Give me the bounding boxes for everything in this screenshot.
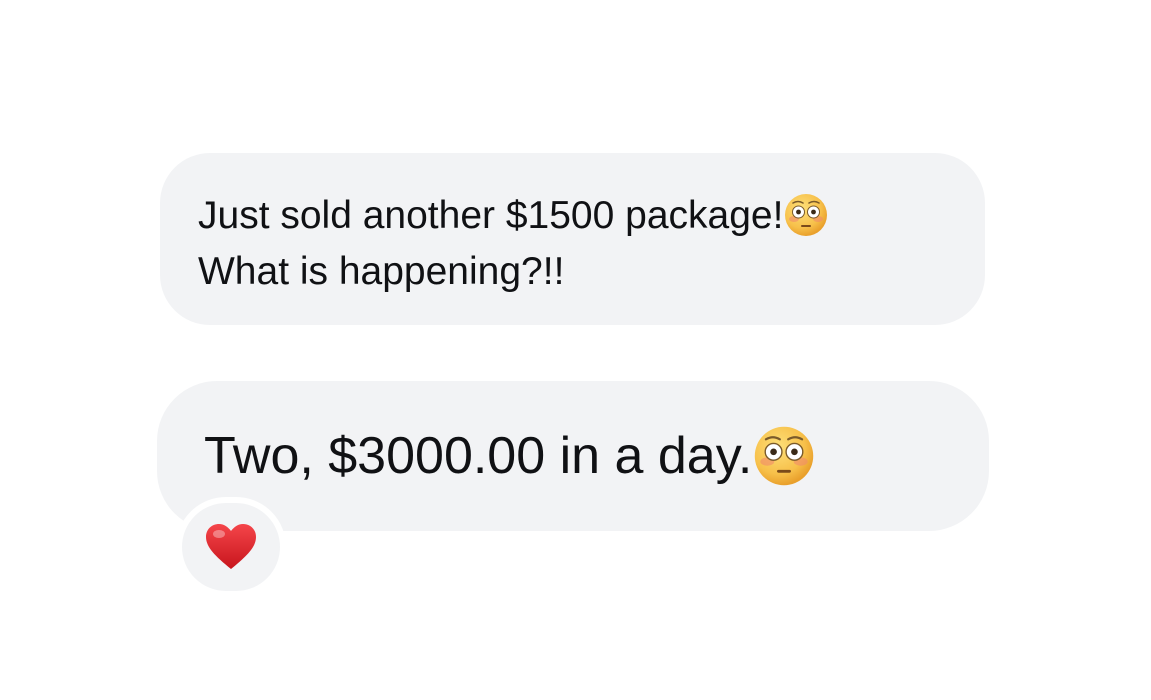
message-text: Just sold another $1500 package! xyxy=(198,194,784,237)
chat-thread: Just sold another $1500 package! What is… xyxy=(0,0,1151,700)
message-line: Just sold another $1500 package! xyxy=(198,188,945,244)
message-text: What is happening?!! xyxy=(198,250,565,293)
reaction-badge[interactable] xyxy=(176,497,286,597)
message-bubble[interactable]: Two, $3000.00 in a day. xyxy=(157,381,989,531)
flushed-face-icon xyxy=(783,192,829,238)
message-line: Two, $3000.00 in a day. xyxy=(204,381,949,531)
message-text: Two, $3000.00 in a day. xyxy=(204,427,753,485)
message-line: What is happening?!! xyxy=(198,244,945,300)
red-heart-icon xyxy=(205,523,257,571)
message-bubble[interactable]: Just sold another $1500 package! What is… xyxy=(160,153,985,325)
flushed-face-icon xyxy=(752,424,816,488)
